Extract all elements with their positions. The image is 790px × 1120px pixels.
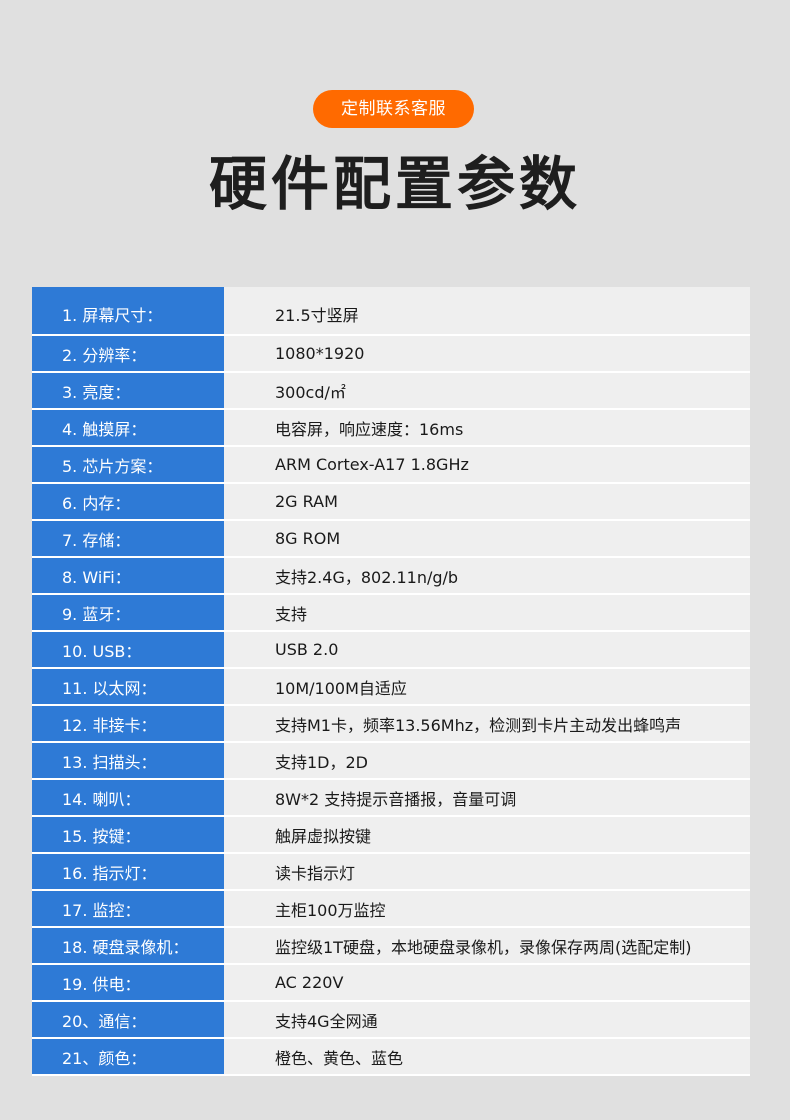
spec-value: 支持1D，2D: [224, 743, 750, 778]
spec-label: 13. 扫描头：: [32, 743, 224, 778]
spec-value: 主柜100万监控: [224, 891, 750, 926]
spec-value: 支持4G全网通: [224, 1002, 750, 1037]
spec-row: 18. 硬盘录像机： 监控级1T硬盘，本地硬盘录像机，录像保存两周(选配定制): [32, 928, 750, 965]
spec-value: 2G RAM: [224, 484, 750, 519]
spec-row: 2. 分辨率： 1080*1920: [32, 336, 750, 373]
spec-label: 12. 非接卡：: [32, 706, 224, 741]
spec-row: 20、通信： 支持4G全网通: [32, 1002, 750, 1039]
spec-label: 15. 按键：: [32, 817, 224, 852]
spec-value: USB 2.0: [224, 632, 750, 667]
spec-row: 10. USB： USB 2.0: [32, 632, 750, 669]
spec-label: 18. 硬盘录像机：: [32, 928, 224, 963]
spec-row: 1. 屏幕尺寸： 21.5寸竖屏: [32, 287, 750, 336]
spec-label: 2. 分辨率：: [32, 336, 224, 371]
spec-label: 16. 指示灯：: [32, 854, 224, 889]
spec-label: 14. 喇叭：: [32, 780, 224, 815]
spec-value: 橙色、黄色、蓝色: [224, 1039, 750, 1074]
spec-label: 4. 触摸屏：: [32, 410, 224, 445]
spec-label: 9. 蓝牙：: [32, 595, 224, 630]
spec-value: 支持2.4G，802.11n/g/b: [224, 558, 750, 593]
spec-label: 7. 存储：: [32, 521, 224, 556]
spec-value: 监控级1T硬盘，本地硬盘录像机，录像保存两周(选配定制): [224, 928, 750, 963]
spec-row: 4. 触摸屏： 电容屏，响应速度：16ms: [32, 410, 750, 447]
spec-row: 9. 蓝牙： 支持: [32, 595, 750, 632]
spec-value: AC 220V: [224, 965, 750, 1000]
spec-label: 17. 监控：: [32, 891, 224, 926]
contact-customer-service-button[interactable]: 定制联系客服: [313, 90, 474, 128]
spec-value: 300cd/㎡: [224, 373, 750, 408]
spec-value: 电容屏，响应速度：16ms: [224, 410, 750, 445]
spec-row: 3. 亮度： 300cd/㎡: [32, 373, 750, 410]
spec-row: 13. 扫描头： 支持1D，2D: [32, 743, 750, 780]
spec-value: 读卡指示灯: [224, 854, 750, 889]
spec-row: 6. 内存： 2G RAM: [32, 484, 750, 521]
spec-label: 8. WiFi：: [32, 558, 224, 593]
spec-table: 1. 屏幕尺寸： 21.5寸竖屏 2. 分辨率： 1080*1920 3. 亮度： 300…: [32, 287, 750, 1076]
spec-value: 10M/100M自适应: [224, 669, 750, 704]
spec-label: 20、通信：: [32, 1002, 224, 1037]
spec-label: 3. 亮度：: [32, 373, 224, 408]
spec-label: 21、颜色：: [32, 1039, 224, 1074]
spec-value: 支持M1卡，频率13.56Mhz，检测到卡片主动发出蜂鸣声: [224, 706, 750, 741]
page-title: 硬件配置参数: [208, 150, 581, 218]
spec-row: 16. 指示灯： 读卡指示灯: [32, 854, 750, 891]
spec-label: 5. 芯片方案：: [32, 447, 224, 482]
spec-row: 15. 按键： 触屏虚拟按键: [32, 817, 750, 854]
spec-value: 21.5寸竖屏: [224, 287, 750, 334]
spec-label: 1. 屏幕尺寸：: [32, 287, 224, 334]
spec-row: 19. 供电： AC 220V: [32, 965, 750, 1002]
spec-row: 11. 以太网： 10M/100M自适应: [32, 669, 750, 706]
spec-row: 21、颜色： 橙色、黄色、蓝色: [32, 1039, 750, 1076]
spec-row: 17. 监控： 主柜100万监控: [32, 891, 750, 928]
spec-row: 14. 喇叭： 8W*2 支持提示音播报，音量可调: [32, 780, 750, 817]
spec-label: 19. 供电：: [32, 965, 224, 1000]
spec-row: 7. 存储： 8G ROM: [32, 521, 750, 558]
spec-value: 8G ROM: [224, 521, 750, 556]
spec-label: 6. 内存：: [32, 484, 224, 519]
spec-row: 12. 非接卡： 支持M1卡，频率13.56Mhz，检测到卡片主动发出蜂鸣声: [32, 706, 750, 743]
spec-label: 11. 以太网：: [32, 669, 224, 704]
spec-value: ARM Cortex-A17 1.8GHz: [224, 447, 750, 482]
spec-value: 触屏虚拟按键: [224, 817, 750, 852]
spec-value: 支持: [224, 595, 750, 630]
spec-value: 1080*1920: [224, 336, 750, 371]
spec-row: 8. WiFi： 支持2.4G，802.11n/g/b: [32, 558, 750, 595]
spec-value: 8W*2 支持提示音播报，音量可调: [224, 780, 750, 815]
spec-row: 5. 芯片方案： ARM Cortex-A17 1.8GHz: [32, 447, 750, 484]
spec-label: 10. USB：: [32, 632, 224, 667]
